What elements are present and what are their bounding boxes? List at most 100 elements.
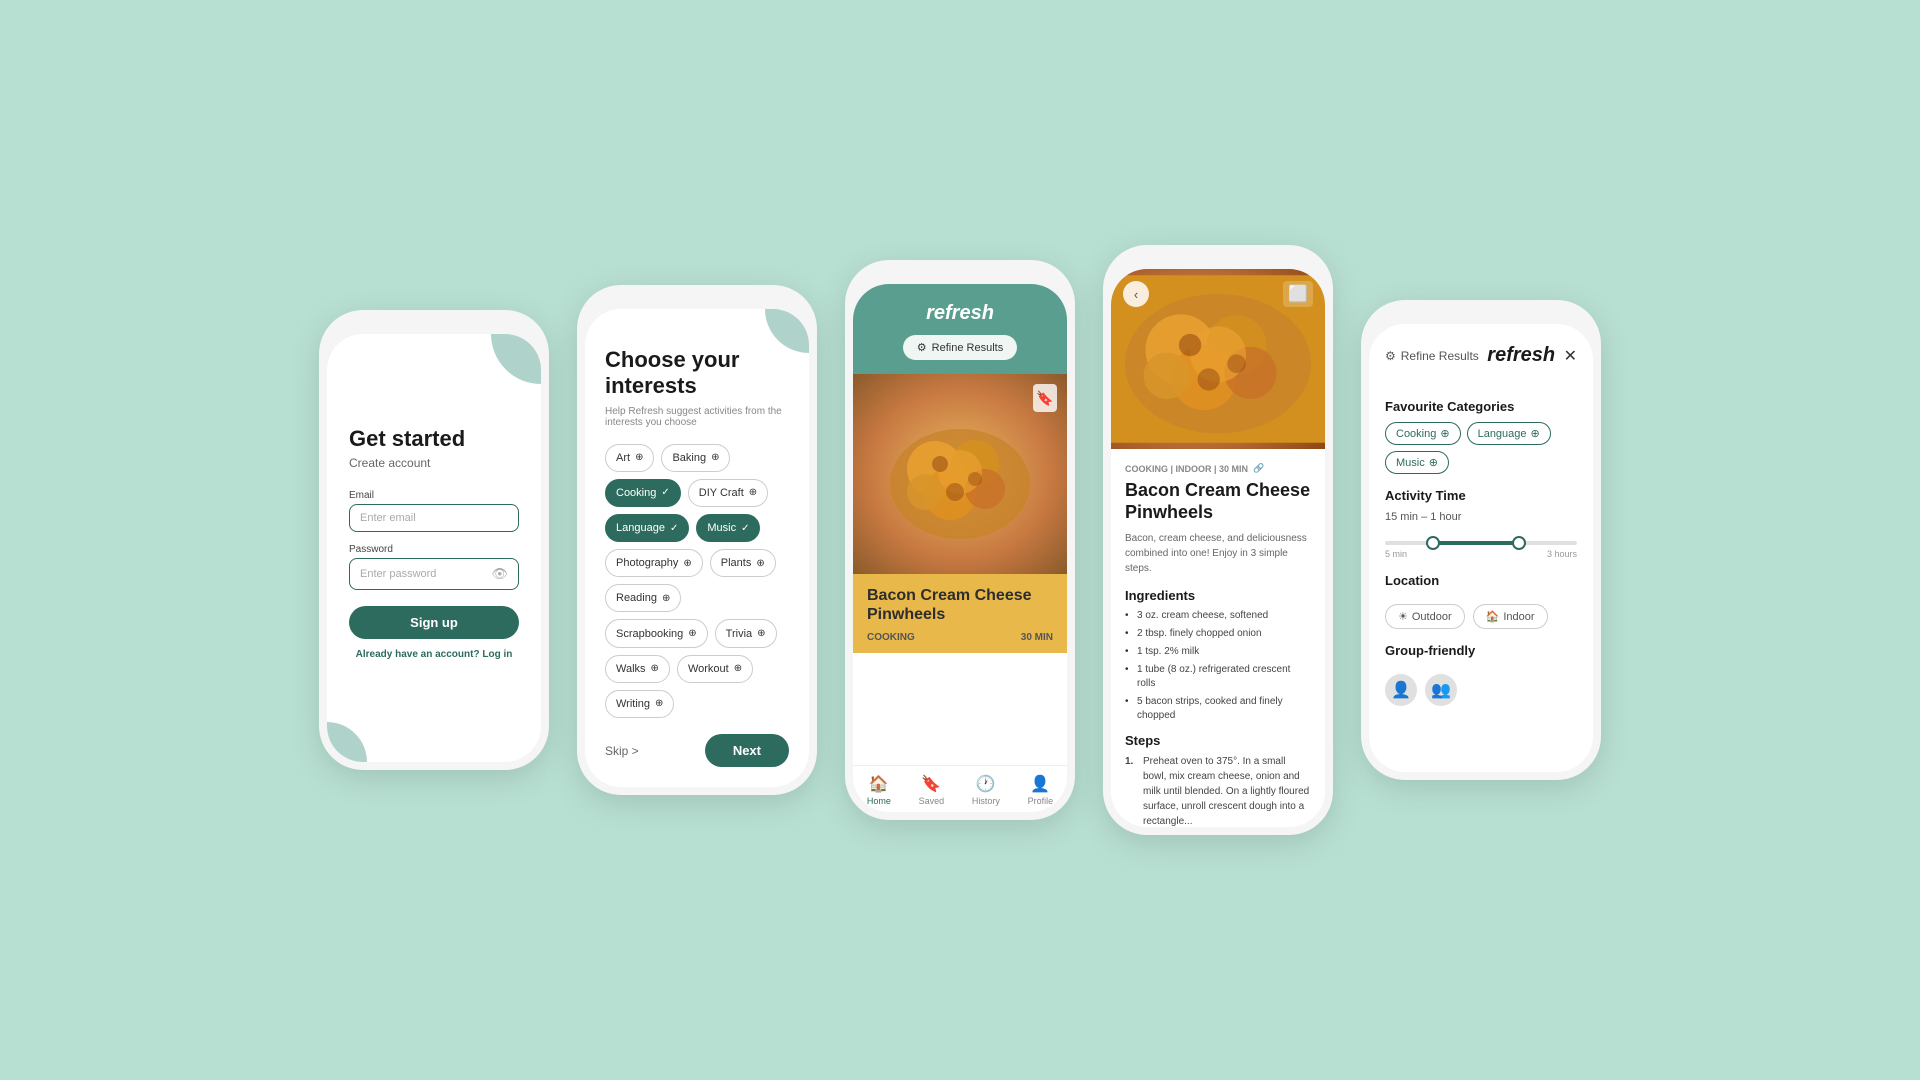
screen2-content: Choose your interests Help Refresh sugge…: [585, 309, 809, 787]
password-input[interactable]: Enter password 👁: [349, 558, 519, 590]
home-icon: 🏠: [869, 774, 889, 794]
tag-photography-label: Photography: [616, 557, 678, 569]
slider-fill: [1433, 541, 1519, 545]
ingredient-3: 1 tsp. 2% milk: [1125, 645, 1311, 659]
group-icon[interactable]: 👥: [1425, 674, 1457, 706]
group-icons: 👤 👥: [1385, 674, 1577, 706]
single-person-icon[interactable]: 👤: [1385, 674, 1417, 706]
corner-decoration-bl: [327, 722, 367, 762]
nav-history[interactable]: 🕐 History: [972, 774, 1000, 806]
tag-workout[interactable]: Workout⊕: [677, 655, 753, 683]
screen-refresh-home: refresh ⚙ Refine Results: [853, 284, 1067, 812]
card-time: 30 MIN: [1021, 632, 1053, 643]
tag-baking[interactable]: Baking⊕: [661, 444, 730, 472]
already-have-account-text: Already have an account?: [356, 649, 480, 660]
back-button[interactable]: ‹: [1123, 281, 1149, 307]
ingredient-2: 2 tbsp. finely chopped onion: [1125, 627, 1311, 641]
interests-title: Choose your interests: [605, 347, 789, 400]
skip-button[interactable]: Skip >: [605, 744, 639, 758]
recipe-image: 🔖: [853, 374, 1067, 574]
tag-writing[interactable]: Writing⊕: [605, 690, 674, 718]
tag-art-icon: ⊕: [635, 452, 643, 463]
refine-results-button[interactable]: ⚙ Refine Results: [903, 335, 1017, 360]
detail-bookmark-icon[interactable]: ⬜: [1283, 281, 1313, 307]
close-button[interactable]: ✕: [1564, 346, 1577, 366]
tag-trivia-label: Trivia: [726, 628, 752, 640]
tag-art-label: Art: [616, 452, 630, 464]
saved-icon: 🔖: [921, 774, 941, 794]
tag-baking-label: Baking: [672, 452, 706, 464]
password-label: Password: [349, 544, 519, 555]
refine-text: Refine Results: [1401, 349, 1479, 363]
step-1: 1. Preheat oven to 375°. In a small bowl…: [1125, 754, 1311, 827]
slider-labels: 5 min 3 hours: [1385, 549, 1577, 559]
notch-2: [657, 285, 737, 307]
fav-tag-music[interactable]: Music ⊕: [1385, 451, 1449, 474]
outdoor-icon: ☀: [1398, 610, 1408, 623]
next-button[interactable]: Next: [705, 734, 789, 767]
refine-label: ⚙ Refine Results: [1385, 349, 1479, 363]
email-placeholder: Enter email: [360, 512, 416, 524]
login-prompt: Already have an account? Log in: [349, 649, 519, 660]
link-icon: 🔗: [1253, 463, 1264, 474]
filter-icon: ⚙: [917, 341, 927, 354]
sign-up-button[interactable]: Sign up: [349, 606, 519, 639]
tag-reading[interactable]: Reading⊕: [605, 584, 681, 612]
screen-refine: ⚙ Refine Results refresh ✕ Favourite Cat…: [1369, 324, 1593, 772]
bottom-nav: 🏠 Home 🔖 Saved 🕐 History 👤 Profile: [853, 765, 1067, 812]
slider-max-label: 3 hours: [1547, 549, 1577, 559]
recipe-description: Bacon, cream cheese, and deliciousness c…: [1125, 531, 1311, 576]
ingredient-1: 3 oz. cream cheese, softened: [1125, 609, 1311, 623]
ingredient-4: 1 tube (8 oz.) refrigerated crescent rol…: [1125, 663, 1311, 691]
nav-profile-label: Profile: [1028, 796, 1054, 806]
location-options: ☀ Outdoor 🏠 Indoor: [1385, 604, 1577, 629]
nav-profile[interactable]: 👤 Profile: [1028, 774, 1054, 806]
tag-cooking-label: Cooking: [616, 487, 656, 499]
tag-language-icon: ✓: [670, 523, 678, 534]
tag-plants[interactable]: Plants⊕: [710, 549, 776, 577]
fav-tag-cooking[interactable]: Cooking ⊕: [1385, 422, 1461, 445]
notch-1: [394, 310, 474, 332]
group-friendly-title: Group-friendly: [1385, 643, 1577, 658]
phone-interests: Choose your interests Help Refresh sugge…: [577, 285, 817, 795]
ingredients-title: Ingredients: [1125, 588, 1311, 603]
refine-header: ⚙ Refine Results refresh ✕: [1385, 344, 1577, 367]
slider-track: [1385, 541, 1577, 545]
screen-get-started: Get started Create account Email Enter e…: [327, 334, 541, 762]
tag-music[interactable]: Music✓: [696, 514, 760, 542]
nav-saved[interactable]: 🔖 Saved: [919, 774, 945, 806]
location-indoor[interactable]: 🏠 Indoor: [1473, 604, 1548, 629]
slider-thumb-right[interactable]: [1512, 536, 1526, 550]
recipe-detail-image: ‹ ⬜: [1111, 269, 1325, 449]
tag-trivia[interactable]: Trivia⊕: [715, 619, 777, 647]
tag-music-icon: ✓: [741, 523, 749, 534]
interests-footer: Skip > Next: [605, 734, 789, 767]
tag-workout-icon: ⊕: [734, 663, 742, 674]
tag-walks[interactable]: Walks⊕: [605, 655, 670, 683]
phone-get-started: Get started Create account Email Enter e…: [319, 310, 549, 770]
profile-icon: 👤: [1030, 774, 1050, 794]
tag-art[interactable]: Art ⊕: [605, 444, 654, 472]
fav-tag-language[interactable]: Language ⊕: [1467, 422, 1551, 445]
nav-home[interactable]: 🏠 Home: [867, 774, 891, 806]
tag-cooking[interactable]: Cooking✓: [605, 479, 681, 507]
bookmark-icon[interactable]: 🔖: [1033, 384, 1057, 412]
tag-language[interactable]: Language✓: [605, 514, 689, 542]
tag-photography[interactable]: Photography⊕: [605, 549, 703, 577]
tag-scrapbooking[interactable]: Scrapbooking⊕: [605, 619, 708, 647]
recipe-card[interactable]: 🔖 Bacon Cream Cheese Pinwheels COOKING 3…: [853, 374, 1067, 765]
interests-description: Help Refresh suggest activities from the…: [605, 406, 789, 428]
email-input[interactable]: Enter email: [349, 504, 519, 532]
log-in-link[interactable]: Log in: [482, 649, 512, 660]
location-outdoor[interactable]: ☀ Outdoor: [1385, 604, 1465, 629]
recipe-content: COOKING | INDOOR | 30 MIN 🔗 Bacon Cream …: [1111, 449, 1325, 827]
time-slider[interactable]: 5 min 3 hours: [1385, 531, 1577, 559]
fav-tag-music-label: Music: [1396, 457, 1425, 469]
screen4-content: ‹ ⬜ COOKING | INDOOR | 30 MIN 🔗 Bacon Cr…: [1111, 269, 1325, 827]
card-title: Bacon Cream Cheese Pinwheels: [867, 586, 1053, 624]
tag-diy-craft[interactable]: DIY Craft⊕: [688, 479, 768, 507]
notch-3: [920, 260, 1000, 282]
card-meta: COOKING 30 MIN: [867, 632, 1053, 643]
tag-diy-craft-label: DIY Craft: [699, 487, 744, 499]
slider-thumb-left[interactable]: [1426, 536, 1440, 550]
